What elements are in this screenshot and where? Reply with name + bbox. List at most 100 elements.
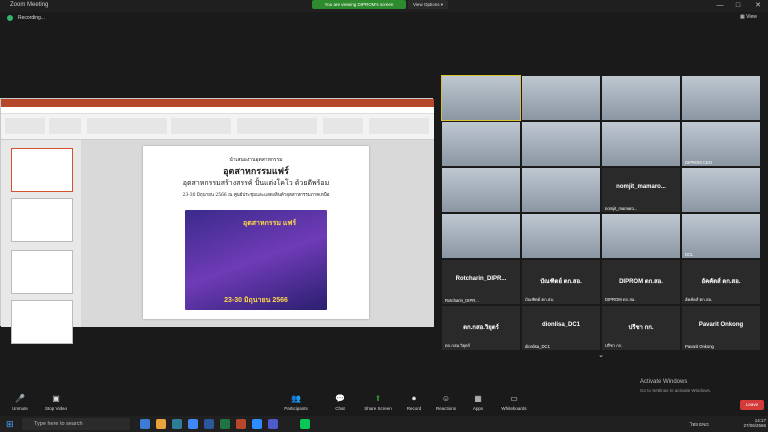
participant-tile[interactable]: ปรีชา กก. ปรีชา กก. <box>602 306 680 350</box>
apps-button[interactable]: ▦ Apps <box>458 394 498 411</box>
view-banner: You are viewing DIPROM's screen View Opt… <box>312 0 457 9</box>
activation-title: Activate Windows <box>640 379 688 385</box>
clock-date: 27/06/2566 <box>743 423 766 428</box>
event-poster: อุตสาหกรรม แฟร์ 23-30 มิถุนายน 2566 <box>185 210 327 310</box>
word-icon[interactable] <box>204 419 214 429</box>
excel-icon[interactable] <box>220 419 230 429</box>
line-icon[interactable] <box>300 419 310 429</box>
slide-thumbnail-panel <box>1 140 81 344</box>
participant-name: Rotcharin_DIPR... <box>445 298 479 303</box>
participant-tile[interactable] <box>682 168 760 212</box>
file-explorer-icon[interactable] <box>156 419 166 429</box>
teams-icon[interactable] <box>268 419 278 429</box>
windows-start-icon[interactable]: ⊞ <box>6 419 16 429</box>
recording-icon <box>7 15 13 21</box>
leave-button[interactable]: Leave <box>740 400 764 410</box>
participant-display-name: ตก.กสอ.วิยุตร์ <box>463 325 499 331</box>
participant-tile[interactable]: บัณฑิตย์ ตก.สอ. บัณฑิตย์ ตก.สอ. <box>522 260 600 304</box>
powerpoint-icon[interactable] <box>236 419 246 429</box>
participant-tile[interactable]: DIPROM CEO <box>682 122 760 166</box>
chat-button[interactable]: 💬 Chat <box>320 394 360 411</box>
reactions-label: Reactions <box>435 406 456 411</box>
window-title: Zoom Meeting <box>10 2 49 8</box>
participants-label: Participants <box>284 406 308 411</box>
recording-bar: Recording... ▦ View <box>0 12 768 24</box>
participant-tile[interactable] <box>522 214 600 258</box>
participants-button[interactable]: 👥 Participants <box>276 394 316 411</box>
powerpoint-ribbon-tabs <box>1 107 434 114</box>
slide-thumbnail[interactable] <box>11 148 73 192</box>
participant-tile[interactable]: DCL <box>682 214 760 258</box>
participant-tile[interactable]: dionlisa_DC1 dionlisa_DC1 <box>522 306 600 350</box>
powerpoint-ribbon <box>1 114 434 140</box>
participant-display-name: อัคคัดส์ ตก.สอ. <box>701 279 741 285</box>
participant-name: nomjit_mamaro... <box>605 206 638 211</box>
participant-tile[interactable] <box>602 122 680 166</box>
participant-tile[interactable] <box>522 122 600 166</box>
chrome-icon[interactable] <box>188 419 198 429</box>
slide-thumbnail[interactable] <box>11 300 73 344</box>
participant-name: dionlisa_DC1 <box>525 344 550 349</box>
participant-tile[interactable]: DIPROM ตก.สอ. DIPROM ตก.สอ. <box>602 260 680 304</box>
whiteboards-button[interactable]: ▭ Whiteboards <box>494 394 534 411</box>
zoom-icon[interactable] <box>252 419 262 429</box>
participant-tile[interactable]: ตก.กสอ.วิยุตร์ ตก.กสอ.วิยุตร์ <box>442 306 520 350</box>
participant-tile[interactable]: nomjit_mamaro... nomjit_mamaro... <box>602 168 680 212</box>
maximize-button[interactable]: □ <box>730 0 746 12</box>
participant-display-name: DIPROM ตก.สอ. <box>619 279 663 285</box>
share-screen-button[interactable]: ⬆ Share Screen <box>358 394 398 411</box>
participant-display-name: nomjit_mamaro... <box>616 184 666 190</box>
share-screen-label: Share Screen <box>364 406 392 411</box>
participant-tile[interactable] <box>602 214 680 258</box>
participants-icon: 👥 <box>291 394 301 403</box>
minimize-button[interactable]: — <box>712 0 728 12</box>
participant-tile[interactable]: อัคคัดส์ ตก.สอ. อัคคัดส์ ตก.สอ. <box>682 260 760 304</box>
view-options-button[interactable]: View Options ▾ <box>408 0 448 9</box>
taskbar-clock: 14:17 27/06/2566 <box>736 418 766 428</box>
slide-thumbnail[interactable] <box>11 250 73 294</box>
participant-tile[interactable] <box>441 75 521 121</box>
language-indicator[interactable]: ไทย ENG <box>690 421 709 428</box>
slide-line-1: นำเสนองานอุตสาหกรรม <box>229 157 283 163</box>
participant-display-name: บัณฑิตย์ ตก.สอ. <box>540 279 582 285</box>
apps-label: Apps <box>472 406 484 411</box>
participant-tile[interactable]: Rotcharin_DIPR... Rotcharin_DIPR... <box>442 260 520 304</box>
stop-video-button[interactable]: ▣ Stop Video <box>36 394 76 411</box>
participant-name: DIPROM ตก.สอ. <box>605 297 636 302</box>
apps-icon: ▦ <box>474 394 482 403</box>
participant-name: DCL <box>685 252 694 257</box>
participant-tile[interactable] <box>602 76 680 120</box>
share-screen-icon: ⬆ <box>374 394 382 403</box>
slide-line-3: อุตสาหกรรมสร้างสรรค์ ปั้นแต่งโคโว ด้วยดี… <box>182 179 330 187</box>
unmute-label: Unmute <box>12 406 28 411</box>
close-button[interactable]: ✕ <box>750 0 766 12</box>
participant-tile[interactable] <box>682 76 760 120</box>
windows-taskbar: ⊞ Type here to search ไทย ENG 14:17 27/0… <box>0 416 768 432</box>
poster-title: อุตสาหกรรม แฟร์ <box>243 220 297 227</box>
edge-icon[interactable] <box>172 419 182 429</box>
smiley-icon: ☺ <box>441 394 451 403</box>
participant-name: ตก.กสอ.วิยุตร์ <box>445 343 470 348</box>
participant-tile[interactable] <box>442 168 520 212</box>
participant-tile[interactable] <box>522 76 600 120</box>
participant-tile[interactable] <box>442 214 520 258</box>
participant-gallery: DIPROM CEO nomjit_mamaro... nomjit_mamaro.… <box>441 75 762 352</box>
participant-name: Pavarit Onkong <box>685 344 714 349</box>
taskbar-search-input[interactable]: Type here to search <box>22 418 130 430</box>
record-icon: ⏺ <box>412 394 416 403</box>
slide-thumbnail[interactable] <box>11 198 73 242</box>
whiteboard-icon: ▭ <box>510 394 518 403</box>
participant-name: ปรีชา กก. <box>605 343 623 348</box>
view-layout-button[interactable]: ▦ View <box>740 14 757 20</box>
viewing-screen-label: You are viewing DIPROM's screen <box>312 0 406 9</box>
meeting-toolbar: 🎤 Unmute ▣ Stop Video 👥 Participants 💬 Chat … <box>0 392 768 416</box>
participant-display-name: ปรีชา กก. <box>628 325 654 331</box>
unmute-button[interactable]: 🎤 Unmute <box>0 394 40 411</box>
participant-name: อัคคัดส์ ตก.สอ. <box>685 297 713 302</box>
chevron-down-icon[interactable]: ⌄ <box>594 351 608 361</box>
participant-tile[interactable] <box>522 168 600 212</box>
participant-tile[interactable]: Pavarit Onkong Pavarit Onkong <box>682 306 760 350</box>
shared-screen: นำเสนองานอุตสาหกรรม อุตสาหกรรมแฟร์ อุตสา… <box>0 98 434 344</box>
task-view-icon[interactable] <box>140 419 150 429</box>
participant-tile[interactable] <box>442 122 520 166</box>
